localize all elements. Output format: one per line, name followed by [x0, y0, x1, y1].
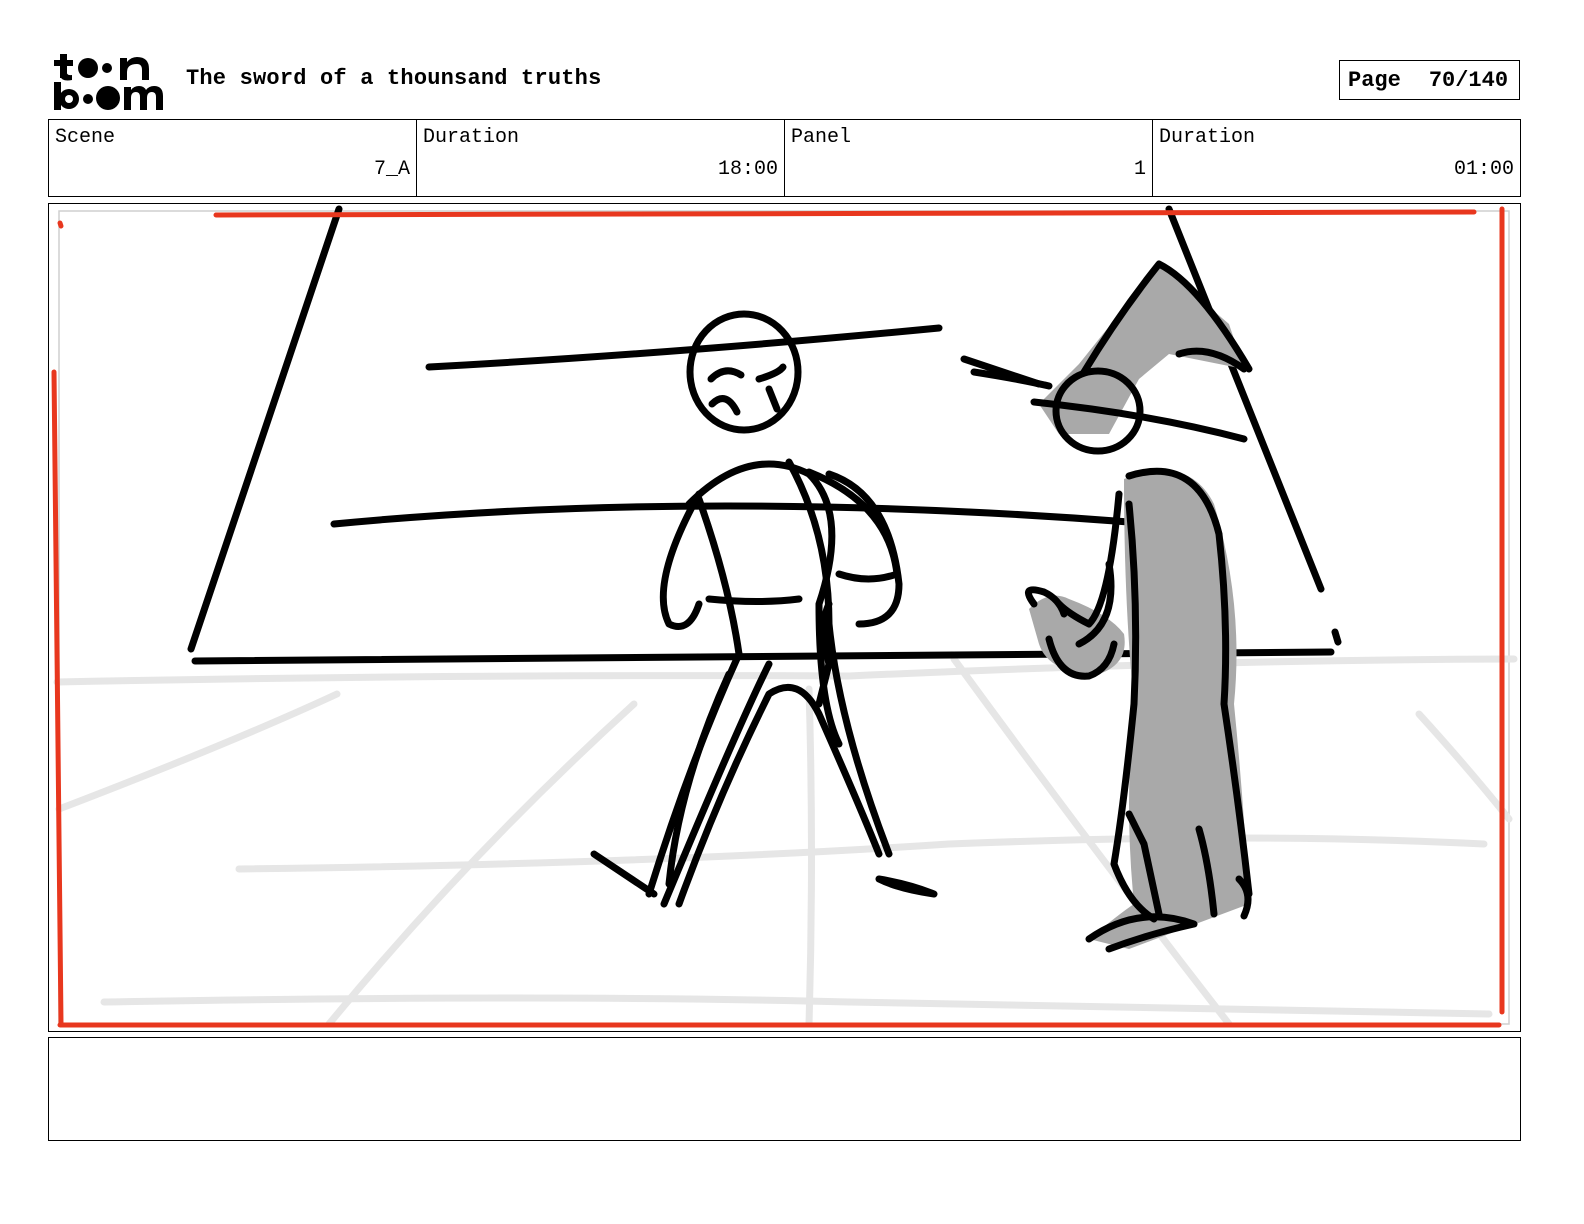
- panel-duration-cell: Duration 01:00: [1153, 120, 1520, 196]
- page-number: 70/140: [1428, 67, 1509, 93]
- scene-duration-cell: Duration 18:00: [417, 120, 785, 196]
- panel-info-row: Scene 7_A Duration 18:00 Panel 1 Duratio…: [48, 119, 1521, 197]
- hooded-figure: [960, 260, 1253, 953]
- scene-label: Scene: [55, 126, 116, 149]
- page-indicator: Page 70/140: [1339, 60, 1520, 100]
- panel-cell: Panel 1: [785, 120, 1153, 196]
- panel-duration-label: Duration: [1159, 126, 1256, 149]
- scene-duration-value: 18:00: [717, 158, 778, 181]
- panel-value: 1: [1133, 158, 1146, 181]
- panel-label: Panel: [791, 126, 852, 149]
- scene-value: 7_A: [373, 158, 410, 181]
- storyboard-panel: [48, 203, 1521, 1032]
- panel-notes-area: [48, 1037, 1521, 1141]
- scene-cell: Scene 7_A: [49, 120, 417, 196]
- stick-figure-character: [330, 310, 1133, 908]
- scene-duration-label: Duration: [423, 126, 520, 149]
- storyboard-title: The sword of a thounsand truths: [186, 66, 602, 91]
- panel-duration-value: 01:00: [1453, 158, 1514, 181]
- page-label: Page: [1348, 67, 1401, 93]
- panel-sketch: [51, 205, 1518, 1028]
- toon-boom-logo: [52, 50, 164, 112]
- floor-grid: [53, 655, 1518, 1028]
